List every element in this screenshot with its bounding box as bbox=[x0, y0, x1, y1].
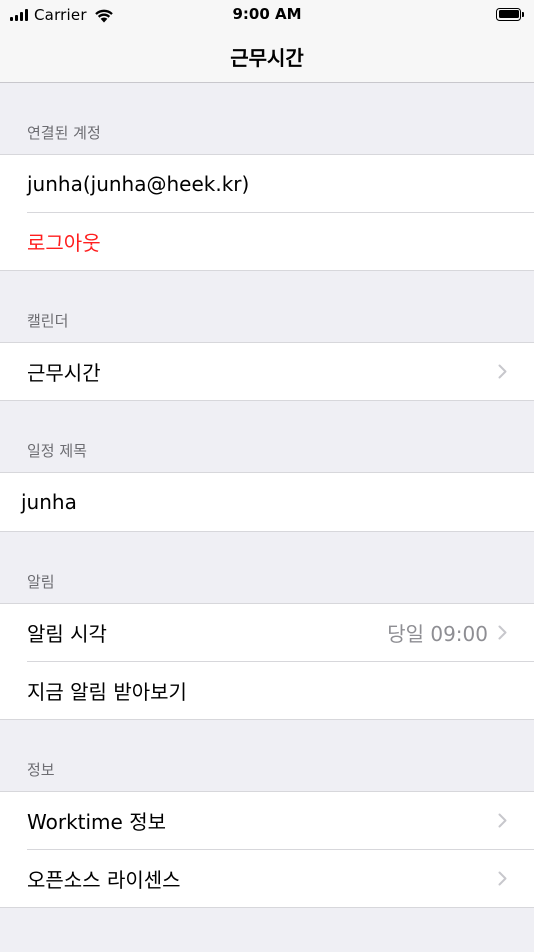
chevron-right-icon bbox=[498, 813, 507, 828]
about-row[interactable]: Worktime 정보 bbox=[0, 792, 534, 849]
status-bar: Carrier 9:00 AM bbox=[0, 0, 534, 30]
settings-list: 연결된 계정 junha(junha@heek.kr) 로그아웃 캘린더 근무시… bbox=[0, 83, 534, 952]
event-title-input[interactable]: junha bbox=[0, 473, 534, 531]
test-alarm-button[interactable]: 지금 알림 받아보기 bbox=[0, 661, 534, 719]
section-header-calendar: 캘린더 bbox=[27, 312, 69, 330]
navigation-bar: 근무시간 bbox=[0, 30, 534, 83]
bottom-spacer bbox=[0, 908, 534, 952]
logout-label: 로그아웃 bbox=[27, 231, 101, 255]
account-row[interactable]: junha(junha@heek.kr) bbox=[0, 155, 534, 212]
alarm-group: 알림 시각 당일 09:00 지금 알림 받아보기 bbox=[0, 603, 534, 720]
alarm-time-label: 알림 시각 bbox=[27, 622, 107, 646]
account-name: junha(junha@heek.kr) bbox=[27, 171, 250, 196]
alarm-time-row[interactable]: 알림 시각 당일 09:00 bbox=[0, 604, 534, 661]
chevron-right-icon bbox=[498, 871, 507, 886]
info-group: Worktime 정보 오픈소스 라이센스 bbox=[0, 791, 534, 908]
status-time: 9:00 AM bbox=[232, 5, 302, 23]
page-title: 근무시간 bbox=[230, 45, 304, 70]
licenses-row[interactable]: 오픈소스 라이센스 bbox=[0, 849, 534, 907]
calendar-group: 근무시간 bbox=[0, 342, 534, 401]
test-alarm-label: 지금 알림 받아보기 bbox=[27, 680, 187, 704]
chevron-right-icon bbox=[498, 625, 507, 640]
section-header-info: 정보 bbox=[27, 761, 55, 779]
chevron-right-icon bbox=[498, 364, 507, 379]
event-title-group: junha bbox=[0, 472, 534, 532]
calendar-select-row[interactable]: 근무시간 bbox=[0, 343, 534, 400]
about-label: Worktime 정보 bbox=[27, 810, 166, 834]
section-header-account: 연결된 계정 bbox=[27, 124, 101, 142]
calendar-name: 근무시간 bbox=[27, 361, 101, 385]
section-header-alarm: 알림 bbox=[27, 573, 55, 591]
alarm-time-value: 당일 09:00 bbox=[387, 622, 488, 646]
account-group: junha(junha@heek.kr) 로그아웃 bbox=[0, 154, 534, 271]
logout-button[interactable]: 로그아웃 bbox=[0, 212, 534, 270]
battery-icon bbox=[496, 7, 524, 21]
section-header-event-title: 일정 제목 bbox=[27, 442, 87, 460]
licenses-label: 오픈소스 라이센스 bbox=[27, 868, 181, 892]
